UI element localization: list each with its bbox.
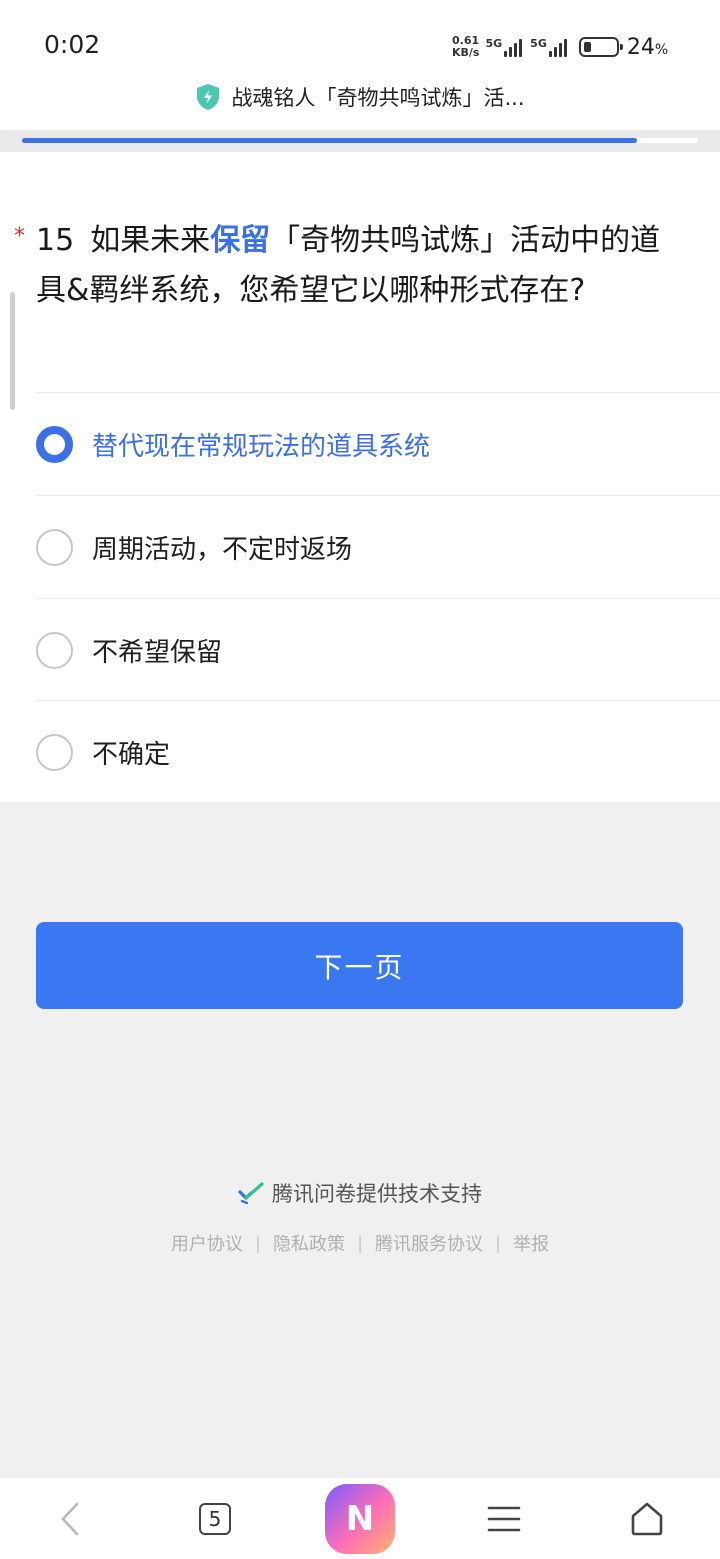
network-speed: 0.61 KB/s — [452, 35, 479, 59]
battery-percent-symbol: % — [654, 41, 669, 58]
signal-bars-icon — [504, 37, 523, 57]
shield-icon — [197, 84, 220, 110]
back-button[interactable] — [40, 1478, 100, 1559]
option-4[interactable]: 不确定 — [36, 700, 720, 803]
tabs-button[interactable]: 5 — [185, 1478, 245, 1559]
link-report[interactable]: 举报 — [513, 1230, 549, 1256]
option-label: 替代现在常规玩法的道具系统 — [92, 431, 431, 462]
sim1-label: 5G — [485, 37, 503, 50]
footer-links: 用户协议 | 隐私政策 | 腾讯服务协议 | 举报 — [0, 1230, 720, 1256]
top-bar: 0:02 0.61 KB/s 5G 5G 24% 战魂铭人「奇物共鸣试炼」活..… — [0, 0, 720, 130]
powered-by-text: 腾讯问卷提供技术支持 — [272, 1182, 482, 1206]
link-separator: | — [495, 1232, 502, 1254]
option-label: 不希望保留 — [92, 637, 223, 668]
link-separator: | — [356, 1232, 364, 1254]
link-privacy-policy[interactable]: 隐私政策 — [273, 1230, 345, 1256]
scroll-indicator — [10, 292, 15, 410]
sim2-signal: 5G — [530, 37, 567, 57]
status-indicators: 0.61 KB/s 5G 5G 24% — [452, 32, 668, 62]
battery-icon — [578, 37, 623, 57]
powered-by: 腾讯问卷提供技术支持 — [0, 1178, 720, 1208]
sim2-label: 5G — [530, 37, 547, 50]
progress-fill — [22, 138, 638, 143]
survey-page: 0:02 0.61 KB/s 5G 5G 24% 战魂铭人「奇物共鸣试炼」活..… — [0, 0, 720, 1559]
option-2[interactable]: 周期活动，不定时返场 — [36, 495, 720, 598]
question-highlight: 保留 — [210, 223, 271, 258]
progress-track — [22, 138, 698, 143]
radio-icon[interactable] — [36, 425, 73, 463]
home-button[interactable] — [617, 1478, 677, 1559]
link-user-agreement[interactable]: 用户协议 — [171, 1230, 243, 1256]
option-label: 周期活动，不定时返场 — [92, 534, 353, 565]
question-card: * 15 如果未来保留「奇物共鸣试炼」活动中的道具&羁绊系统，您希望它以哪种形式存… — [0, 152, 720, 802]
required-mark: * — [14, 224, 25, 249]
battery-percent-value: 24 — [626, 34, 655, 60]
next-page-button[interactable]: 下一页 — [36, 922, 683, 1009]
network-speed-unit: KB/s — [452, 46, 480, 59]
home-icon — [631, 1502, 663, 1535]
option-1[interactable]: 替代现在常规玩法的道具系统 — [36, 392, 720, 495]
link-separator: | — [254, 1232, 261, 1254]
sim1-signal: 5G — [485, 37, 523, 57]
radio-icon[interactable] — [36, 631, 73, 669]
radio-icon[interactable] — [36, 528, 73, 566]
question-number: 15 — [36, 223, 75, 258]
page-title-row: 战魂铭人「奇物共鸣试炼」活... — [0, 82, 720, 112]
chevron-left-icon — [61, 1502, 79, 1535]
tab-count: 5 — [199, 1502, 231, 1535]
signal-bars-icon — [548, 37, 567, 57]
battery-fill — [583, 42, 592, 52]
status-time: 0:02 — [44, 30, 101, 59]
battery-percent: 24% — [627, 35, 668, 60]
survey-progress — [0, 130, 720, 152]
link-tencent-service-agreement[interactable]: 腾讯服务协议 — [375, 1230, 483, 1256]
app-logo-icon: N — [325, 1483, 395, 1554]
question-text-before: 如果未来 — [90, 223, 211, 258]
tencent-survey-logo-icon — [238, 1182, 264, 1204]
radio-icon[interactable] — [36, 733, 73, 771]
option-3[interactable]: 不希望保留 — [36, 598, 720, 701]
question-text: * 15 如果未来保留「奇物共鸣试炼」活动中的道具&羁绊系统，您希望它以哪种形式存… — [14, 216, 676, 316]
menu-button[interactable] — [474, 1478, 534, 1559]
option-label: 不确定 — [92, 739, 171, 770]
page-title: 战魂铭人「奇物共鸣试炼」活... — [231, 86, 525, 110]
browser-bottom-nav: 5 N — [0, 1478, 720, 1559]
app-home-button[interactable]: N — [320, 1478, 400, 1559]
menu-icon — [487, 1506, 521, 1531]
